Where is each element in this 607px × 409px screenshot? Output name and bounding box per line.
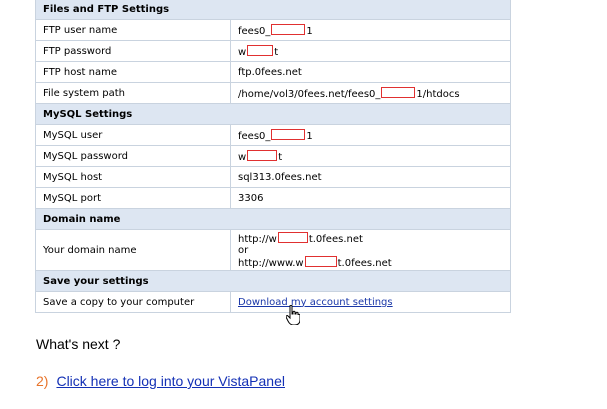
table-row: MySQL port 3306	[35, 187, 511, 209]
row-label: MySQL user	[35, 124, 231, 146]
mysql-host-value: sql313.0fees.net	[230, 166, 511, 188]
file-path-value: /home/vol3/0fees.net/fees0_ 1/htdocs	[230, 82, 511, 104]
section-header-domain: Domain name	[35, 208, 511, 230]
redaction-box	[304, 255, 337, 267]
download-settings-link[interactable]: Download my account settings	[238, 297, 393, 308]
section-header-mysql: MySQL Settings	[35, 103, 511, 125]
section-title: Domain name	[35, 208, 511, 230]
section-header-files-ftp: Files and FTP Settings	[35, 0, 511, 20]
ftp-username-value: fees0_ 1	[230, 19, 511, 41]
redaction-box	[271, 23, 306, 35]
section-header-save: Save your settings	[35, 270, 511, 292]
row-label: MySQL port	[35, 187, 231, 209]
table-row: Your domain name http://w t.0fees.net or …	[35, 229, 511, 271]
table-row: FTP password wt	[35, 40, 511, 62]
section-title: Save your settings	[35, 270, 511, 292]
row-label: FTP password	[35, 40, 231, 62]
redaction-box	[381, 86, 416, 98]
ftp-password-value: wt	[230, 40, 511, 62]
table-row: File system path /home/vol3/0fees.net/fe…	[35, 82, 511, 104]
redaction-box	[247, 44, 274, 56]
login-vistapanel-link[interactable]: Click here to log into your VistaPanel	[56, 373, 285, 389]
mysql-port-value: 3306	[230, 187, 511, 209]
row-label: File system path	[35, 82, 231, 104]
mysql-user-value: fees0_ 1	[230, 124, 511, 146]
account-settings-table: Files and FTP Settings FTP user name fee…	[35, 0, 511, 313]
whats-next-heading: What's next ?	[36, 336, 121, 352]
row-label: Your domain name	[35, 229, 231, 271]
next-step-item: 2) Click here to log into your VistaPanel	[36, 373, 285, 389]
row-label: MySQL password	[35, 145, 231, 167]
table-row: FTP host name ftp.0fees.net	[35, 61, 511, 83]
row-label: MySQL host	[35, 166, 231, 188]
table-row: Save a copy to your computer Download my…	[35, 291, 511, 313]
table-row: MySQL user fees0_ 1	[35, 124, 511, 146]
redaction-box	[247, 149, 278, 161]
redaction-box	[277, 231, 308, 243]
mysql-password-value: wt	[230, 145, 511, 167]
domain-name-value: http://w t.0fees.net or http://www.w t.0fe…	[230, 229, 511, 271]
table-row: MySQL password wt	[35, 145, 511, 167]
ftp-host-value: ftp.0fees.net	[230, 61, 511, 83]
redaction-box	[271, 128, 306, 140]
row-label: FTP host name	[35, 61, 231, 83]
table-row: FTP user name fees0_ 1	[35, 19, 511, 41]
row-label: Save a copy to your computer	[35, 291, 231, 313]
row-label: FTP user name	[35, 19, 231, 41]
hand-cursor-icon	[286, 305, 300, 325]
table-row: MySQL host sql313.0fees.net	[35, 166, 511, 188]
download-cell: Download my account settings	[230, 291, 511, 313]
step-number: 2)	[36, 373, 49, 389]
section-title: Files and FTP Settings	[35, 0, 511, 20]
section-title: MySQL Settings	[35, 103, 511, 125]
